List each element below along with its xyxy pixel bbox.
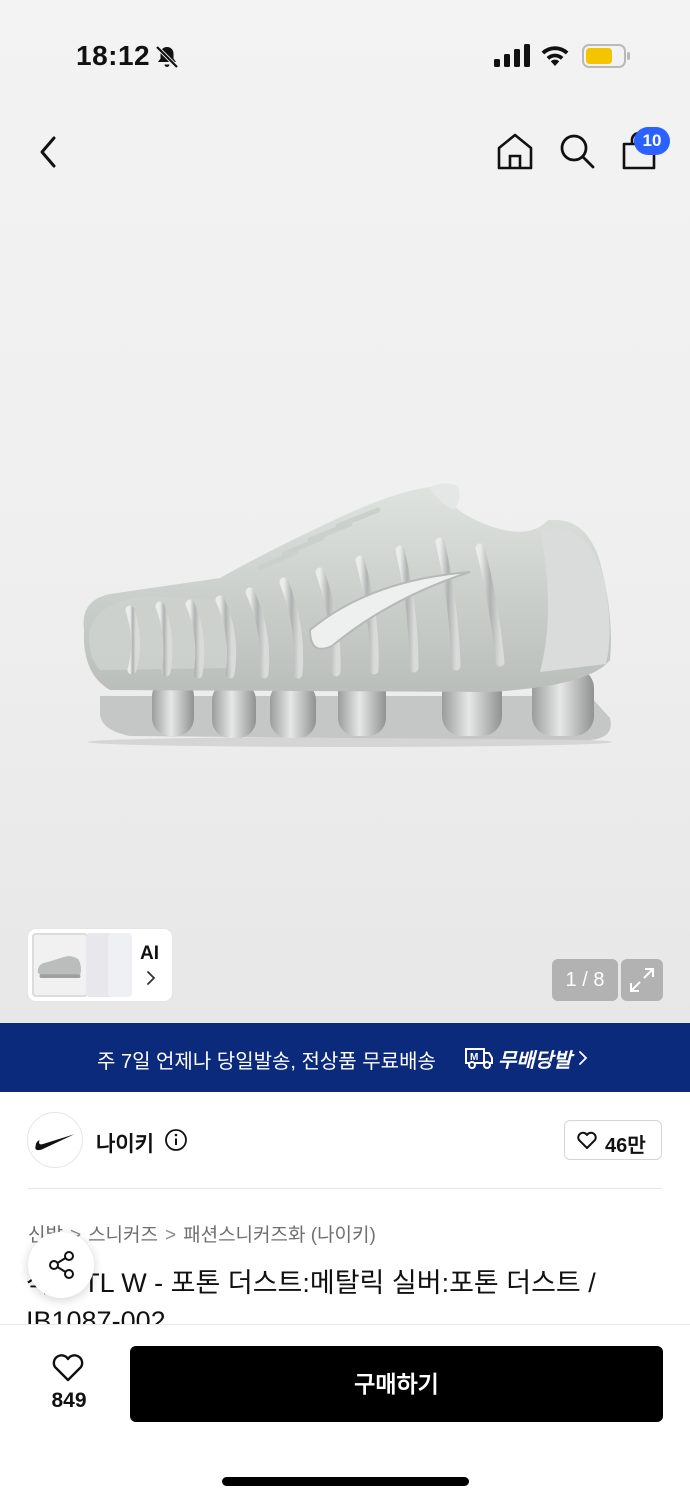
image-counter: 1 / 8	[552, 959, 618, 1001]
thumbnail-1[interactable]	[32, 933, 88, 997]
share-button[interactable]	[28, 1232, 94, 1298]
wifi-icon	[541, 46, 569, 66]
cart-count-badge: 10	[634, 127, 670, 155]
info-icon[interactable]	[164, 1128, 188, 1152]
buy-button[interactable]: 구매하기	[130, 1346, 663, 1422]
delivery-truck-icon: M	[465, 1048, 493, 1069]
brand-name[interactable]: 나이키	[96, 1128, 154, 1158]
heart-icon	[577, 1131, 597, 1149]
search-icon[interactable]	[556, 130, 598, 172]
thumbnail-strip[interactable]: AI	[28, 929, 172, 1001]
home-icon[interactable]	[494, 130, 536, 172]
product-image	[83, 483, 612, 747]
bottom-action-bar: 849 구매하기	[0, 1324, 690, 1500]
bell-off-icon	[155, 45, 179, 69]
wish-count: 849	[51, 1389, 87, 1412]
breadcrumb-item[interactable]: 패션스니커즈화 (나이키)	[183, 1225, 376, 1246]
status-time: 18:12	[76, 40, 151, 71]
thumbnail-3[interactable]	[108, 933, 132, 997]
banner-brand: 무배당발	[498, 1050, 572, 1072]
share-icon	[49, 1251, 74, 1279]
battery-icon	[582, 44, 630, 68]
product-title-area: 샥스 TL W - 포톤 더스트:메탈릭 실버:포톤 더스트 / IB1087-…	[0, 1260, 690, 1324]
status-bar: 18:12	[0, 0, 690, 100]
back-icon[interactable]	[30, 130, 70, 174]
nike-swoosh-logo	[35, 1134, 75, 1151]
expand-button[interactable]	[621, 959, 663, 1001]
svg-text:M: M	[470, 1052, 478, 1063]
ai-label: AI	[140, 943, 159, 964]
heart-icon[interactable]	[50, 1351, 86, 1383]
breadcrumb-item[interactable]: 스니커즈	[88, 1225, 158, 1246]
brand-logo[interactable]	[27, 1112, 83, 1168]
expand-icon	[630, 968, 654, 992]
home-indicator	[222, 1477, 469, 1486]
delivery-banner[interactable]: 주 7일 언제나 당일발송, 전상품 무료배송 M 무배당발	[0, 1023, 690, 1092]
product-title: 샥스 TL W - 포톤 더스트:메탈릭 실버:포톤 더스트 / IB1087-…	[26, 1268, 596, 1324]
thumbnail-shoe-image	[37, 956, 82, 978]
chevron-right-icon	[579, 1051, 588, 1065]
signal-icon	[494, 44, 530, 67]
chevron-right-icon	[147, 971, 156, 985]
breadcrumb-separator: >	[165, 1225, 177, 1246]
banner-text: 주 7일 언제나 당일발송, 전상품 무료배송	[97, 1051, 436, 1073]
brand-like-count: 46만	[605, 1135, 646, 1157]
divider	[28, 1188, 662, 1189]
product-gallery[interactable]: 18:12 10 AI 1 / 8	[0, 0, 690, 1023]
brand-like-button[interactable]: 46만	[564, 1120, 662, 1160]
